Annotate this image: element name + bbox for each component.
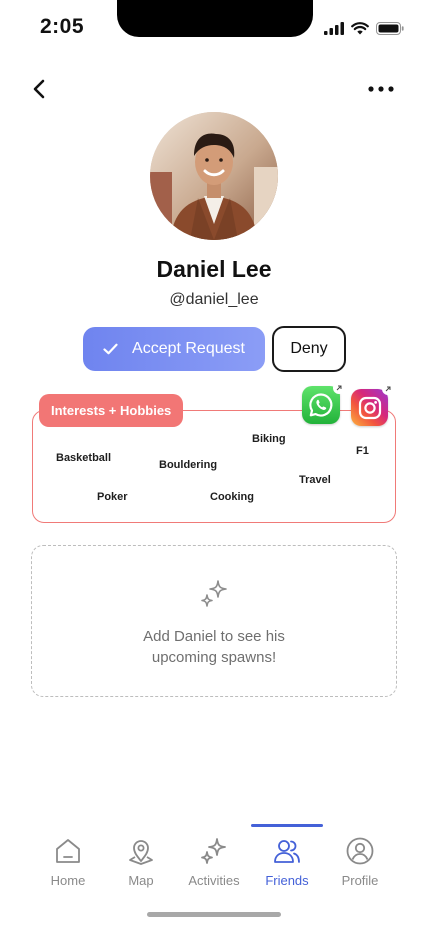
sparkles-icon [201,838,226,864]
deny-request-button[interactable]: Deny [272,326,346,372]
home-indicator [147,912,281,917]
status-time: 2:05 [40,15,85,38]
interest-item: Basketball [56,452,112,464]
whatsapp-icon [309,393,333,417]
cellular-signal-icon [324,22,344,35]
accept-request-label: Accept Request [132,340,245,357]
tab-label: Activities [188,873,240,888]
back-button[interactable] [26,76,52,102]
interest-item: Biking [252,433,286,445]
tab-label: Home [50,873,86,888]
profile-icon [346,837,374,865]
active-tab-indicator [251,824,323,827]
interest-item: F1 [356,445,369,457]
more-horizontal-icon [368,86,394,92]
more-options-button[interactable] [366,78,396,100]
interests-title: Interests + Hobbies [39,394,184,427]
profile-avatar [150,112,278,240]
upcoming-spawns-card: Add Daniel to see his upcoming spawns! [31,545,397,697]
avatar-photo [150,112,278,240]
status-bar: 2:05 [0,0,428,50]
battery-icon [376,22,404,35]
external-link-icon [333,382,345,394]
interest-item: Cooking [210,491,254,503]
instagram-link-button[interactable] [351,383,394,426]
instagram-icon [358,396,381,419]
whatsapp-link-button[interactable] [302,382,345,424]
tab-home[interactable]: Home [31,836,105,888]
upcoming-spawns-message: Add Daniel to see his upcoming spawns! [143,628,285,666]
map-pin-icon [129,840,153,865]
friends-icon [274,840,300,863]
status-icons [324,22,404,35]
tab-label: Map [128,873,154,888]
accept-request-button[interactable]: Accept Request [83,327,265,371]
profile-handle: @daniel_lee [169,291,259,308]
tab-map[interactable]: Map [104,836,178,888]
external-link-icon [382,383,394,395]
tab-friends[interactable]: Friends [250,836,324,888]
wifi-icon [351,22,369,35]
checkmark-icon [103,343,118,355]
sparkles-icon [201,580,227,607]
tab-label: Friends [265,873,309,888]
tab-activities[interactable]: Activities [177,836,251,888]
profile-name: Daniel Lee [156,256,272,282]
device-notch [117,0,313,37]
interest-item: Poker [97,491,128,503]
interest-item: Travel [299,474,331,486]
tab-label: Profile [341,873,379,888]
tab-profile[interactable]: Profile [323,836,397,888]
home-icon [56,839,80,863]
chevron-left-icon [33,79,45,99]
interest-item: Bouldering [159,459,218,471]
